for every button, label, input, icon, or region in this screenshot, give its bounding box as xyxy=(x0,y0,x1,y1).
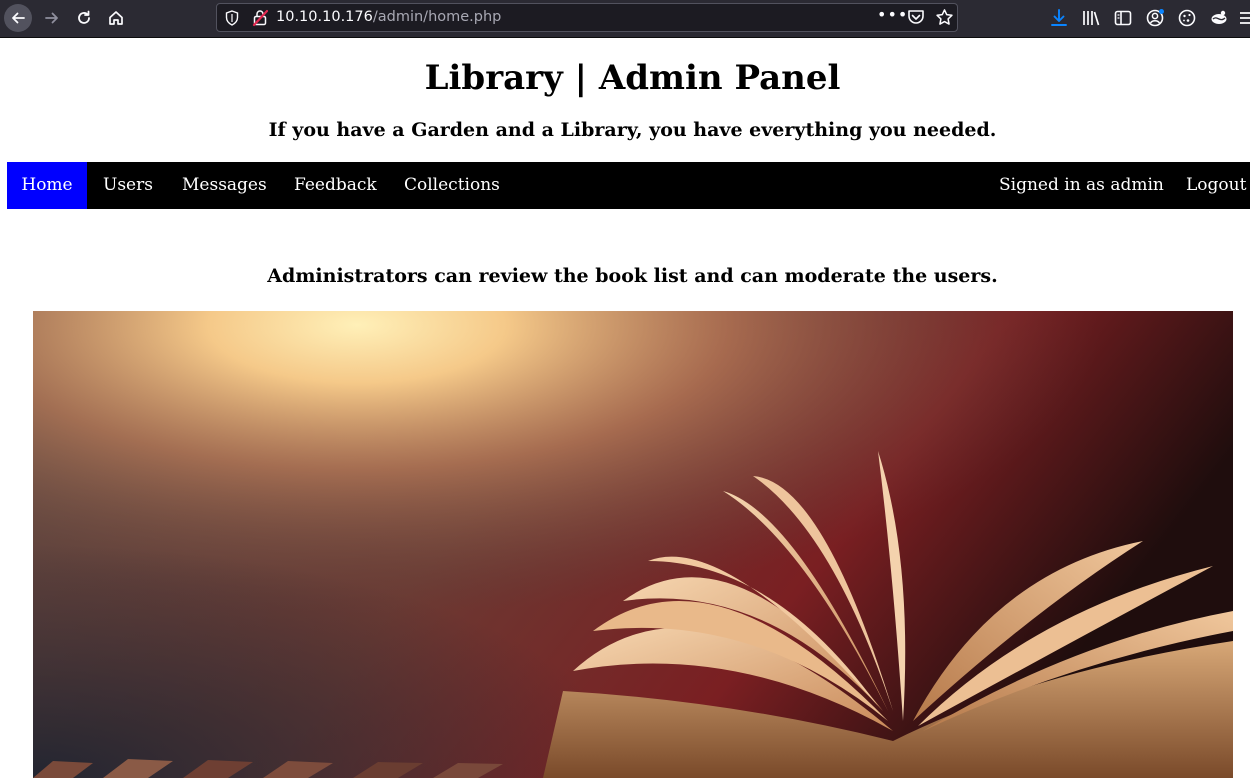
intro-text: Administrators can review the book list … xyxy=(267,265,998,287)
reload-icon xyxy=(78,10,90,24)
nav-collections[interactable]: Collections xyxy=(404,162,500,209)
cookie-icon[interactable] xyxy=(1177,8,1197,28)
url-host: 10.10.10.176 xyxy=(276,9,373,25)
forward-button[interactable] xyxy=(38,4,66,32)
library-icon[interactable] xyxy=(1081,8,1101,28)
home-icon xyxy=(109,11,123,25)
shield-icon[interactable] xyxy=(225,10,239,26)
menu-icon[interactable] xyxy=(1239,8,1250,28)
account-icon[interactable] xyxy=(1145,8,1165,28)
open-book-image xyxy=(33,311,1233,778)
page-actions-menu[interactable]: ••• xyxy=(877,5,908,24)
url-path: /admin/home.php xyxy=(372,9,502,25)
nav-home[interactable]: Home xyxy=(7,162,87,209)
home-button[interactable] xyxy=(102,4,130,32)
hero-image xyxy=(33,311,1233,778)
back-button[interactable] xyxy=(4,4,32,32)
url-bar[interactable]: 10.10.10.176/admin/home.php ••• xyxy=(216,3,958,32)
nav-feedback[interactable]: Feedback xyxy=(294,162,377,209)
extension-icon[interactable] xyxy=(1209,8,1229,28)
back-icon xyxy=(12,12,25,24)
bookmark-star-icon[interactable] xyxy=(935,8,954,27)
url-text[interactable]: 10.10.10.176/admin/home.php xyxy=(276,9,501,25)
forward-icon xyxy=(45,12,58,24)
signed-in-status[interactable]: Signed in as admin xyxy=(999,162,1164,209)
nav-logout[interactable]: Logout xyxy=(1186,162,1246,209)
reload-button[interactable] xyxy=(70,4,98,32)
download-icon[interactable] xyxy=(1049,8,1069,28)
insecure-lock-icon[interactable] xyxy=(252,9,268,27)
nav-users[interactable]: Users xyxy=(103,162,153,209)
page-tagline: If you have a Garden and a Library, you … xyxy=(268,119,997,141)
pocket-icon[interactable] xyxy=(907,9,925,26)
sidebar-icon[interactable] xyxy=(1113,8,1133,28)
page-title: Library | Admin Panel xyxy=(424,58,841,98)
browser-toolbar: 10.10.10.176/admin/home.php ••• xyxy=(0,0,1250,38)
page-content: Library | Admin Panel If you have a Gard… xyxy=(0,38,1250,778)
nav-messages[interactable]: Messages xyxy=(182,162,267,209)
main-navbar: Home Users Messages Feedback Collections… xyxy=(7,162,1250,209)
